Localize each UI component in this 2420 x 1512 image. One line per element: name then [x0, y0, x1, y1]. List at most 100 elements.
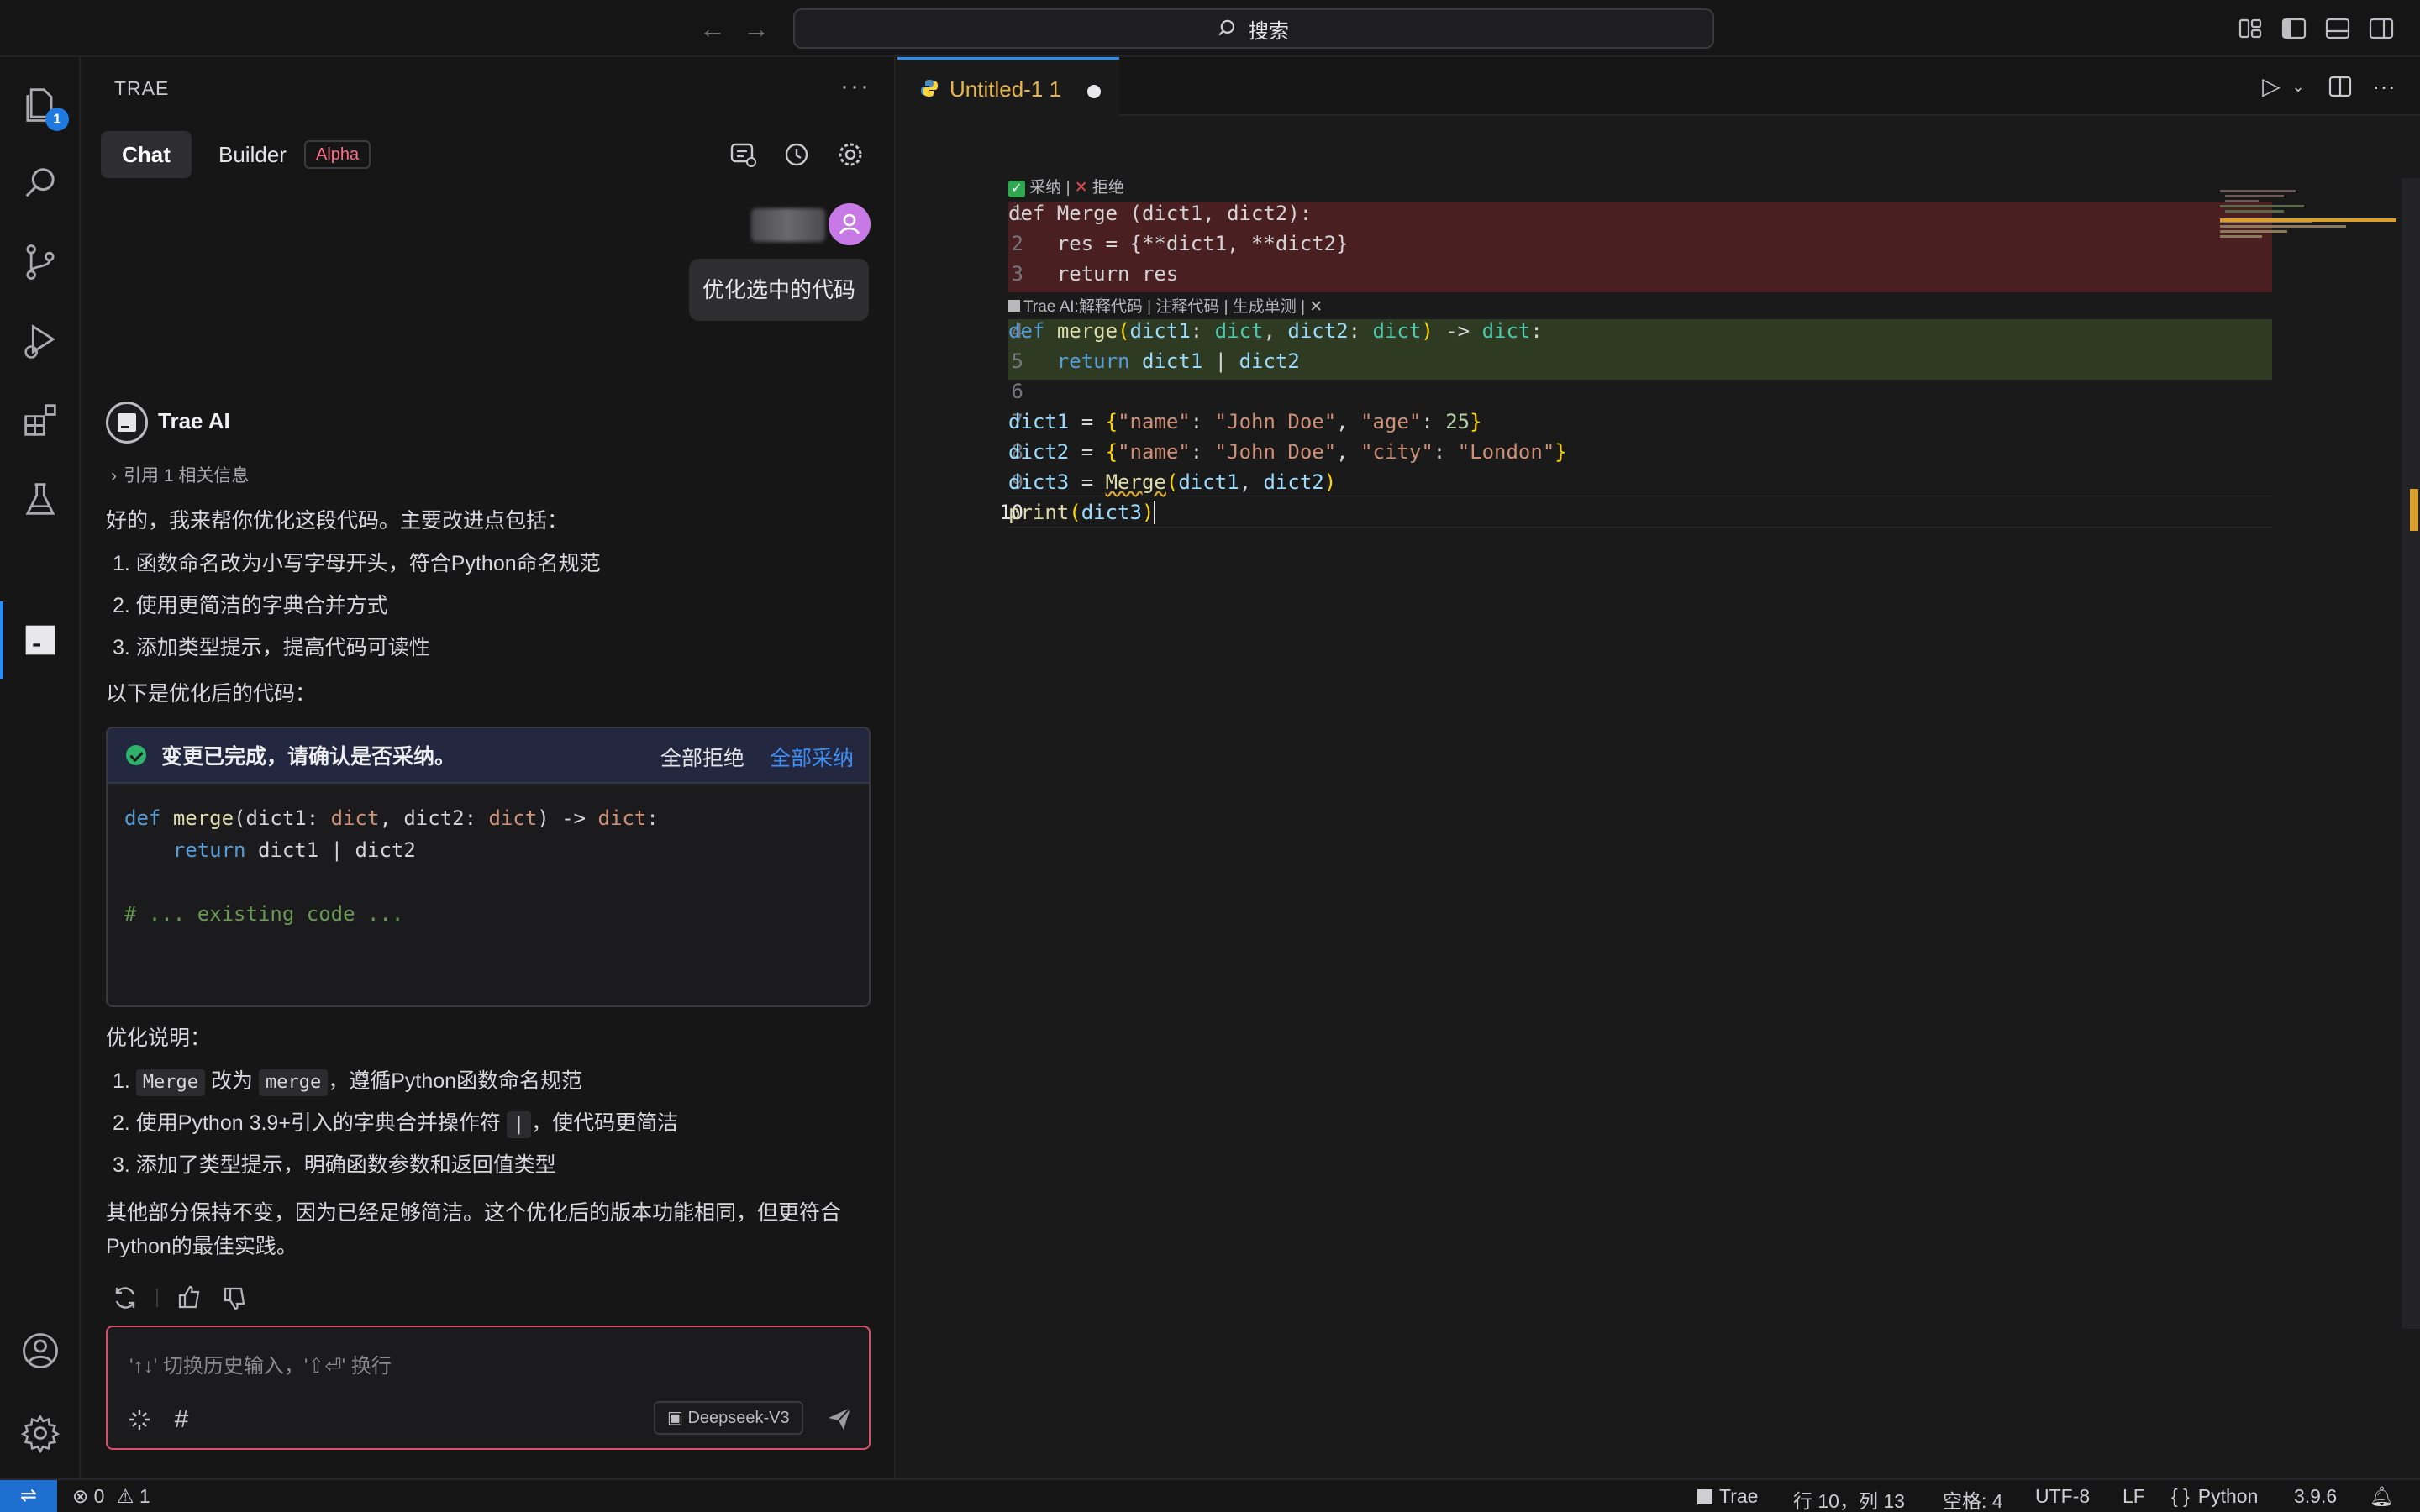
sparkle-icon[interactable]: [126, 1406, 153, 1433]
cursor-position[interactable]: 行 10，列 13: [1793, 1485, 1905, 1512]
code-line: def merge(dict1: dict, dict2: dict) -> d…: [1008, 319, 1543, 343]
toggle-panel-icon[interactable]: [2324, 15, 2351, 42]
explain-list: 1. Merge 改为 merge ，遵循Python函数命名规范 2. 使用Py…: [113, 1060, 678, 1186]
chat-input[interactable]: '↑↓' 切换历史输入，'⇧⏎' 换行 # ▣ Deepseek-V3: [106, 1326, 871, 1450]
scrollbar-marker: [2410, 489, 2418, 531]
trae-ai-avatar-icon: [106, 402, 148, 444]
inline-code: merge: [258, 1069, 329, 1096]
check-circle-icon: [126, 745, 146, 765]
suggested-code: def merge(dict1: dict, dict2: dict) -> d…: [124, 806, 659, 926]
vertical-scrollbar[interactable]: [2402, 178, 2420, 1329]
run-debug-icon[interactable]: [15, 316, 66, 366]
problems-indicator[interactable]: ⊗ 0 ⚠ 1: [72, 1485, 150, 1508]
activity-bar: 1: [0, 57, 81, 1478]
editor-tab-untitled[interactable]: Untitled-1 1: [897, 57, 1119, 116]
encoding[interactable]: UTF-8: [2035, 1485, 2090, 1508]
extensions-icon[interactable]: [15, 395, 66, 445]
reject-all-button[interactable]: 全部拒绝: [660, 742, 744, 772]
source-control-icon[interactable]: [15, 237, 66, 287]
unsaved-dot-icon[interactable]: [1087, 85, 1101, 98]
chat-input-placeholder: '↑↓' 切换历史输入，'⇧⏎' 换行: [129, 1355, 392, 1378]
new-chat-icon[interactable]: [728, 139, 758, 170]
closing-text: 其他部分保持不变，因为已经足够简洁。这个优化后的版本功能相同，但更符合Pytho…: [106, 1201, 842, 1258]
remote-indicator-icon[interactable]: ⇌: [0, 1480, 57, 1512]
tab-title: Untitled-1 1: [950, 76, 1061, 102]
change-card: 变更已完成，请确认是否采纳。 全部拒绝 全部采纳 def merge(dict1…: [106, 727, 871, 1007]
chat-settings-icon[interactable]: [835, 139, 865, 170]
settings-gear-icon[interactable]: [15, 1408, 66, 1458]
explorer-badge: 1: [45, 108, 69, 131]
thumbs-down-icon[interactable]: [220, 1284, 249, 1312]
indentation[interactable]: 空格: 4: [1943, 1485, 2003, 1512]
history-icon[interactable]: [781, 139, 812, 170]
tab-chat[interactable]: Chat: [101, 131, 192, 178]
reference-toggle[interactable]: › 引用 1 相关信息: [111, 462, 249, 487]
user-name-redacted: [751, 208, 825, 242]
code-line: dict2 = {"name": "John Doe", "city": "Lo…: [1008, 440, 1567, 464]
current-line-highlight: [1008, 496, 2272, 528]
accept-check-icon[interactable]: ✓: [1008, 181, 1025, 197]
panel-more-icon[interactable]: ···: [840, 72, 871, 101]
regenerate-icon[interactable]: [111, 1284, 139, 1312]
run-dropdown-chevron-icon[interactable]: ⌄: [2284, 72, 2312, 101]
list-item: 1. 函数命名改为小写字母开头，符合Python命名规范: [113, 552, 601, 575]
user-message: 优化选中的代码: [688, 259, 869, 321]
status-bar: ⇌ ⊗ 0 ⚠ 1 Trae 行 10，列 13 空格: 4 UTF-8 LF …: [0, 1478, 2420, 1512]
search-icon: [1218, 19, 1234, 36]
run-python-icon[interactable]: ▷: [2257, 72, 2286, 101]
feedback-row: [111, 1284, 249, 1312]
diff-actions: ✓ 采纳 | ✕ 拒绝: [1008, 175, 1124, 197]
ai-name: Trae AI: [158, 408, 230, 433]
alpha-badge: Alpha: [304, 140, 371, 169]
reject-change-button[interactable]: 拒绝: [1092, 179, 1124, 197]
minimap[interactable]: [2220, 183, 2396, 267]
list-item: 3. 添加了类型提示，明确函数参数和返回值类型: [113, 1153, 556, 1177]
notifications-bell-icon[interactable]: 🔔︎: [2370, 1485, 2394, 1508]
panel-title: TRAE: [114, 77, 170, 99]
change-card-title: 变更已完成，请确认是否采纳。: [161, 745, 456, 769]
accept-change-button[interactable]: 采纳: [1029, 179, 1061, 197]
send-icon[interactable]: [825, 1404, 854, 1433]
testing-flask-icon[interactable]: [15, 474, 66, 524]
trae-status[interactable]: Trae: [1697, 1485, 1758, 1508]
divider: [156, 1289, 158, 1307]
list-item: 2. 使用更简洁的字典合并方式: [113, 594, 388, 617]
thumbs-up-icon[interactable]: [175, 1284, 203, 1312]
change-card-header: 变更已完成，请确认是否采纳。 全部拒绝 全部采纳: [108, 728, 869, 784]
trae-status-icon: [1697, 1489, 1712, 1504]
code-line: def Merge (dict1, dict2):: [1008, 202, 1313, 225]
editor-more-icon[interactable]: ···: [2370, 72, 2398, 101]
active-indicator: [0, 601, 3, 679]
toggle-primary-sidebar-icon[interactable]: [2281, 15, 2307, 42]
tab-builder[interactable]: Builder: [218, 131, 287, 178]
line-number: 6: [1011, 380, 1023, 403]
hash-context-icon[interactable]: #: [168, 1406, 195, 1433]
language-mode[interactable]: { } Python: [2171, 1485, 2258, 1508]
end-of-line[interactable]: LF: [2123, 1485, 2145, 1508]
trae-code-lens[interactable]: Trae AI:解释代码 | 注释代码 | 生成单测 | ✕: [1008, 294, 1323, 317]
account-icon[interactable]: [15, 1326, 66, 1376]
model-selector[interactable]: ▣ Deepseek-V3: [654, 1401, 803, 1435]
braces-icon: { }: [2171, 1485, 2190, 1507]
split-editor-icon[interactable]: [2326, 72, 2354, 101]
editor-tab-bar: Untitled-1 1 ▷ ⌄ ···: [897, 57, 2420, 116]
back-arrow-icon[interactable]: ←: [697, 12, 728, 45]
layout-customize-icon[interactable]: [2237, 15, 2264, 42]
code-line: return res: [1008, 262, 1179, 286]
reject-x-icon[interactable]: ✕: [1075, 179, 1088, 197]
command-search[interactable]: 搜索: [793, 8, 1714, 49]
editor-area: Untitled-1 1 ▷ ⌄ ··· ✓ 采纳 | ✕ 拒绝 Trae AI…: [897, 57, 2420, 1478]
code-editor[interactable]: ✓ 采纳 | ✕ 拒绝 Trae AI:解释代码 | 注释代码 | 生成单测 |…: [897, 118, 2420, 1478]
code-line: dict3 = Merge(dict1, dict2): [1008, 470, 1337, 494]
python-version[interactable]: 3.9.6: [2294, 1485, 2337, 1508]
forward-arrow-icon[interactable]: →: [741, 12, 771, 45]
toggle-secondary-sidebar-icon[interactable]: [2368, 15, 2395, 42]
code-line: return dict1 | dict2: [1056, 349, 1300, 373]
after-label: 以下是优化后的代码：: [106, 682, 317, 706]
explorer-icon[interactable]: 1: [15, 79, 69, 131]
explain-label: 优化说明：: [106, 1026, 212, 1050]
list-item: 2. 使用Python 3.9+引入的字典合并操作符 | ，使代码更简洁: [113, 1102, 678, 1144]
trae-ai-icon[interactable]: [15, 615, 66, 665]
search-icon[interactable]: [15, 158, 66, 208]
accept-all-button[interactable]: 全部采纳: [770, 742, 854, 772]
